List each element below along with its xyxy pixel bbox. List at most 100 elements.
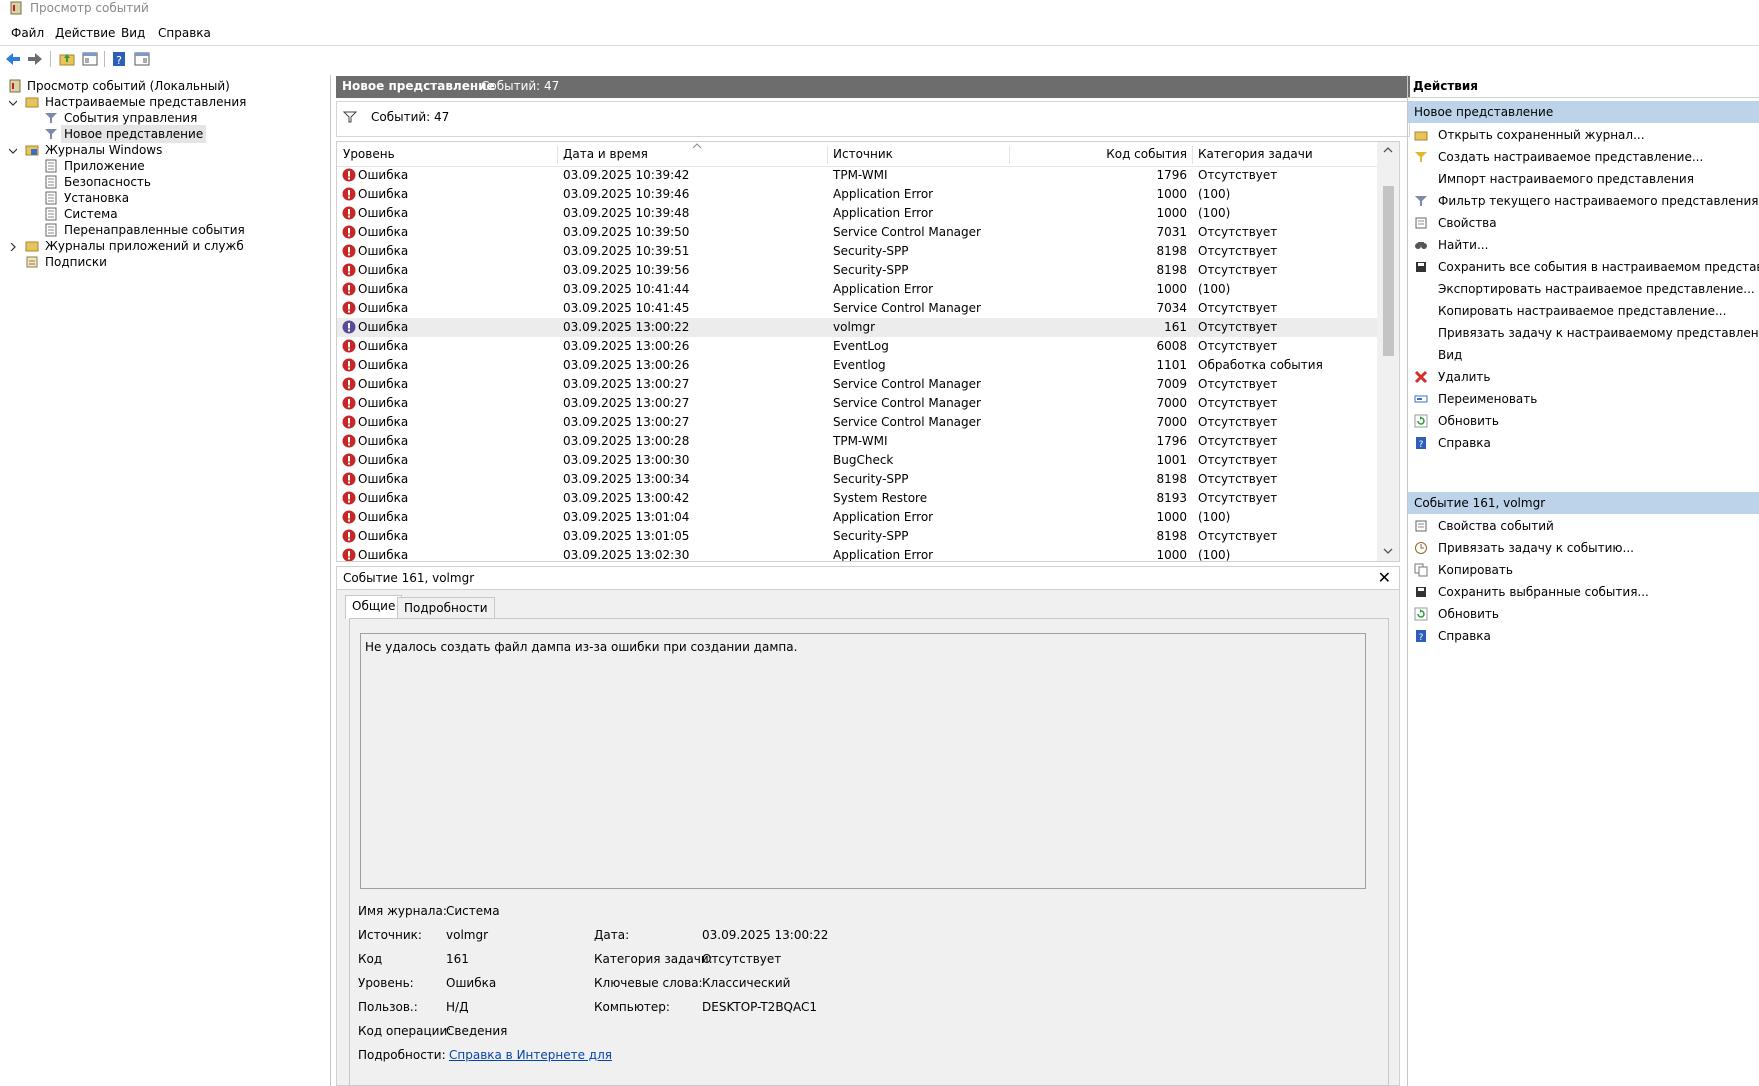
action-item[interactable]: Импорт настраиваемого представления [1408,168,1759,190]
svg-text:?: ? [1419,440,1424,450]
cell-event-id: 1000 [1156,510,1187,524]
chevron-right-icon[interactable] [9,243,17,251]
table-row[interactable]: Ошибка 03.09.2025 10:39:46 Application Err… [337,185,1377,204]
table-row[interactable]: Ошибка 03.09.2025 10:39:51 Security-SPP 819… [337,242,1377,261]
table-row[interactable]: Ошибка 03.09.2025 10:41:44 Application Err… [337,280,1377,299]
close-icon[interactable]: ✕ [1378,568,1391,587]
back-arrow-icon[interactable] [4,50,22,68]
show-hide-action-pane-icon[interactable] [133,50,151,68]
cell-level: Ошибка [358,434,409,448]
column-divider[interactable] [827,146,828,164]
cell-event-id: 1000 [1156,187,1187,201]
action-item[interactable]: Открыть сохраненный журнал... [1408,124,1759,146]
action-item[interactable]: Свойства событий [1408,515,1759,537]
table-row[interactable]: Ошибка 03.09.2025 13:00:22 volmgr 161 Отсутс… [337,318,1377,337]
actions-section-event[interactable]: Событие 161, volmgr [1408,492,1759,514]
cell-task-category: Отсутствует [1198,244,1278,258]
action-item[interactable]: Экспортировать настраиваемое представлен… [1408,278,1759,300]
chevron-down-icon[interactable] [9,147,17,155]
filter-icon [45,113,57,123]
action-item[interactable]: Обновить [1408,603,1759,625]
online-help-link[interactable]: Справка в Интернете для [449,1048,612,1062]
cell-event-id: 7000 [1156,415,1187,429]
action-item[interactable]: Найти... [1408,234,1759,256]
column-divider[interactable] [1009,146,1010,164]
tab-general[interactable]: Общие [345,595,403,619]
action-label: Экспортировать настраиваемое представлен… [1438,282,1755,296]
chevron-down-icon[interactable] [9,99,17,107]
menu-view[interactable]: Вид [121,26,145,40]
action-item[interactable]: Переименовать [1408,388,1759,410]
cell-level: Ошибка [358,244,409,258]
action-item[interactable]: Копировать [1408,559,1759,581]
table-row[interactable]: Ошибка 03.09.2025 13:01:05 Security-SPP 819… [337,527,1377,546]
cell-event-id: 1001 [1156,453,1187,467]
action-item[interactable]: Привязать задачу к настраиваемому предст… [1408,322,1759,344]
column-event-id[interactable]: Код события [1037,147,1187,161]
table-row[interactable]: Ошибка 03.09.2025 13:00:42 System Restore 8… [337,489,1377,508]
column-divider[interactable] [557,146,558,164]
vertical-scrollbar[interactable] [1377,142,1399,561]
help-icon[interactable]: ? [110,50,128,68]
error-icon [342,301,356,315]
action-item[interactable]: Сохранить все события в настраиваемом пр… [1408,256,1759,278]
cell-source: Eventlog [833,358,886,372]
table-row[interactable]: Ошибка 03.09.2025 13:02:30 Application Err… [337,546,1377,561]
menu-file[interactable]: Файл [11,26,44,40]
actions-title: Действия [1413,79,1479,93]
action-item[interactable]: ? Справка [1408,625,1759,647]
source-value: volmgr [446,928,489,942]
table-row[interactable]: Ошибка 03.09.2025 10:39:48 Application Err… [337,204,1377,223]
column-source[interactable]: Источник [833,147,893,161]
cell-task-category: Отсутствует [1198,453,1278,467]
filter-icon [45,129,57,139]
table-row[interactable]: Ошибка 03.09.2025 13:00:30 BugCheck 1001 Отс… [337,451,1377,470]
user-value: Н/Д [446,1000,469,1014]
table-row[interactable]: Ошибка 03.09.2025 13:00:26 EventLog 6008 Отс… [337,337,1377,356]
action-item[interactable]: Привязать задачу к событию... [1408,537,1759,559]
view-header: Новое представление Событий: 47 [336,76,1410,98]
column-task-category[interactable]: Категория задачи [1198,147,1313,161]
actions-section-view[interactable]: Новое представление [1408,101,1759,123]
cell-task-category: Отсутствует [1198,472,1278,486]
action-item[interactable]: Удалить [1408,366,1759,388]
table-row[interactable]: Ошибка 03.09.2025 13:00:27 Service Control… [337,375,1377,394]
table-row[interactable]: Ошибка 03.09.2025 13:00:27 Service Control… [337,394,1377,413]
action-item[interactable]: Создать настраиваемое представление... [1408,146,1759,168]
column-level[interactable]: Уровень [343,147,395,161]
action-item[interactable]: Сохранить выбранные события... [1408,581,1759,603]
cell-task-category: (100) [1198,187,1231,201]
folder-up-icon[interactable] [58,50,76,68]
action-item[interactable]: Свойства [1408,212,1759,234]
table-row[interactable]: Ошибка 03.09.2025 13:00:26 Eventlog 1101 Обр… [337,356,1377,375]
event-message-box[interactable]: Не удалось создать файл дампа из-за ошиб… [360,633,1366,889]
scroll-down-icon[interactable] [1383,547,1393,555]
action-item[interactable]: Обновить [1408,410,1759,432]
cell-datetime: 03.09.2025 10:39:50 [563,225,690,239]
scroll-up-icon[interactable] [1383,146,1393,154]
show-hide-tree-icon[interactable] [81,50,99,68]
cell-event-id: 7031 [1156,225,1187,239]
scrollbar-thumb[interactable] [1383,186,1394,356]
forward-arrow-icon[interactable] [26,50,44,68]
table-row[interactable]: Ошибка 03.09.2025 13:00:27 Service Control… [337,413,1377,432]
menu-help[interactable]: Справка [158,26,211,40]
column-datetime[interactable]: Дата и время [563,147,648,161]
task-category-value: Отсутствует [702,952,782,966]
table-row[interactable]: Ошибка 03.09.2025 13:00:28 TPM-WMI 1796 Отсу… [337,432,1377,451]
action-item[interactable]: Вид [1408,344,1759,366]
action-item[interactable]: Копировать настраиваемое представление..… [1408,300,1759,322]
column-divider[interactable] [1192,146,1193,164]
menu-action[interactable]: Действие [55,26,115,40]
table-row[interactable]: Ошибка 03.09.2025 13:01:04 Application Err… [337,508,1377,527]
table-row[interactable]: Ошибка 03.09.2025 10:39:42 TPM-WMI 1796 Отсу… [337,166,1377,185]
table-row[interactable]: Ошибка 03.09.2025 13:00:34 Security-SPP 819… [337,470,1377,489]
table-row[interactable]: Ошибка 03.09.2025 10:39:56 Security-SPP 819… [337,261,1377,280]
table-row[interactable]: Ошибка 03.09.2025 10:39:50 Service Control… [337,223,1377,242]
cell-level: Ошибка [358,168,409,182]
tab-details[interactable]: Подробности [397,597,495,619]
action-item[interactable]: ? Справка [1408,432,1759,454]
action-item[interactable]: Фильтр текущего настраиваемого представл… [1408,190,1759,212]
filter-event-count: Событий: 47 [371,110,450,124]
table-row[interactable]: Ошибка 03.09.2025 10:41:45 Service Control… [337,299,1377,318]
